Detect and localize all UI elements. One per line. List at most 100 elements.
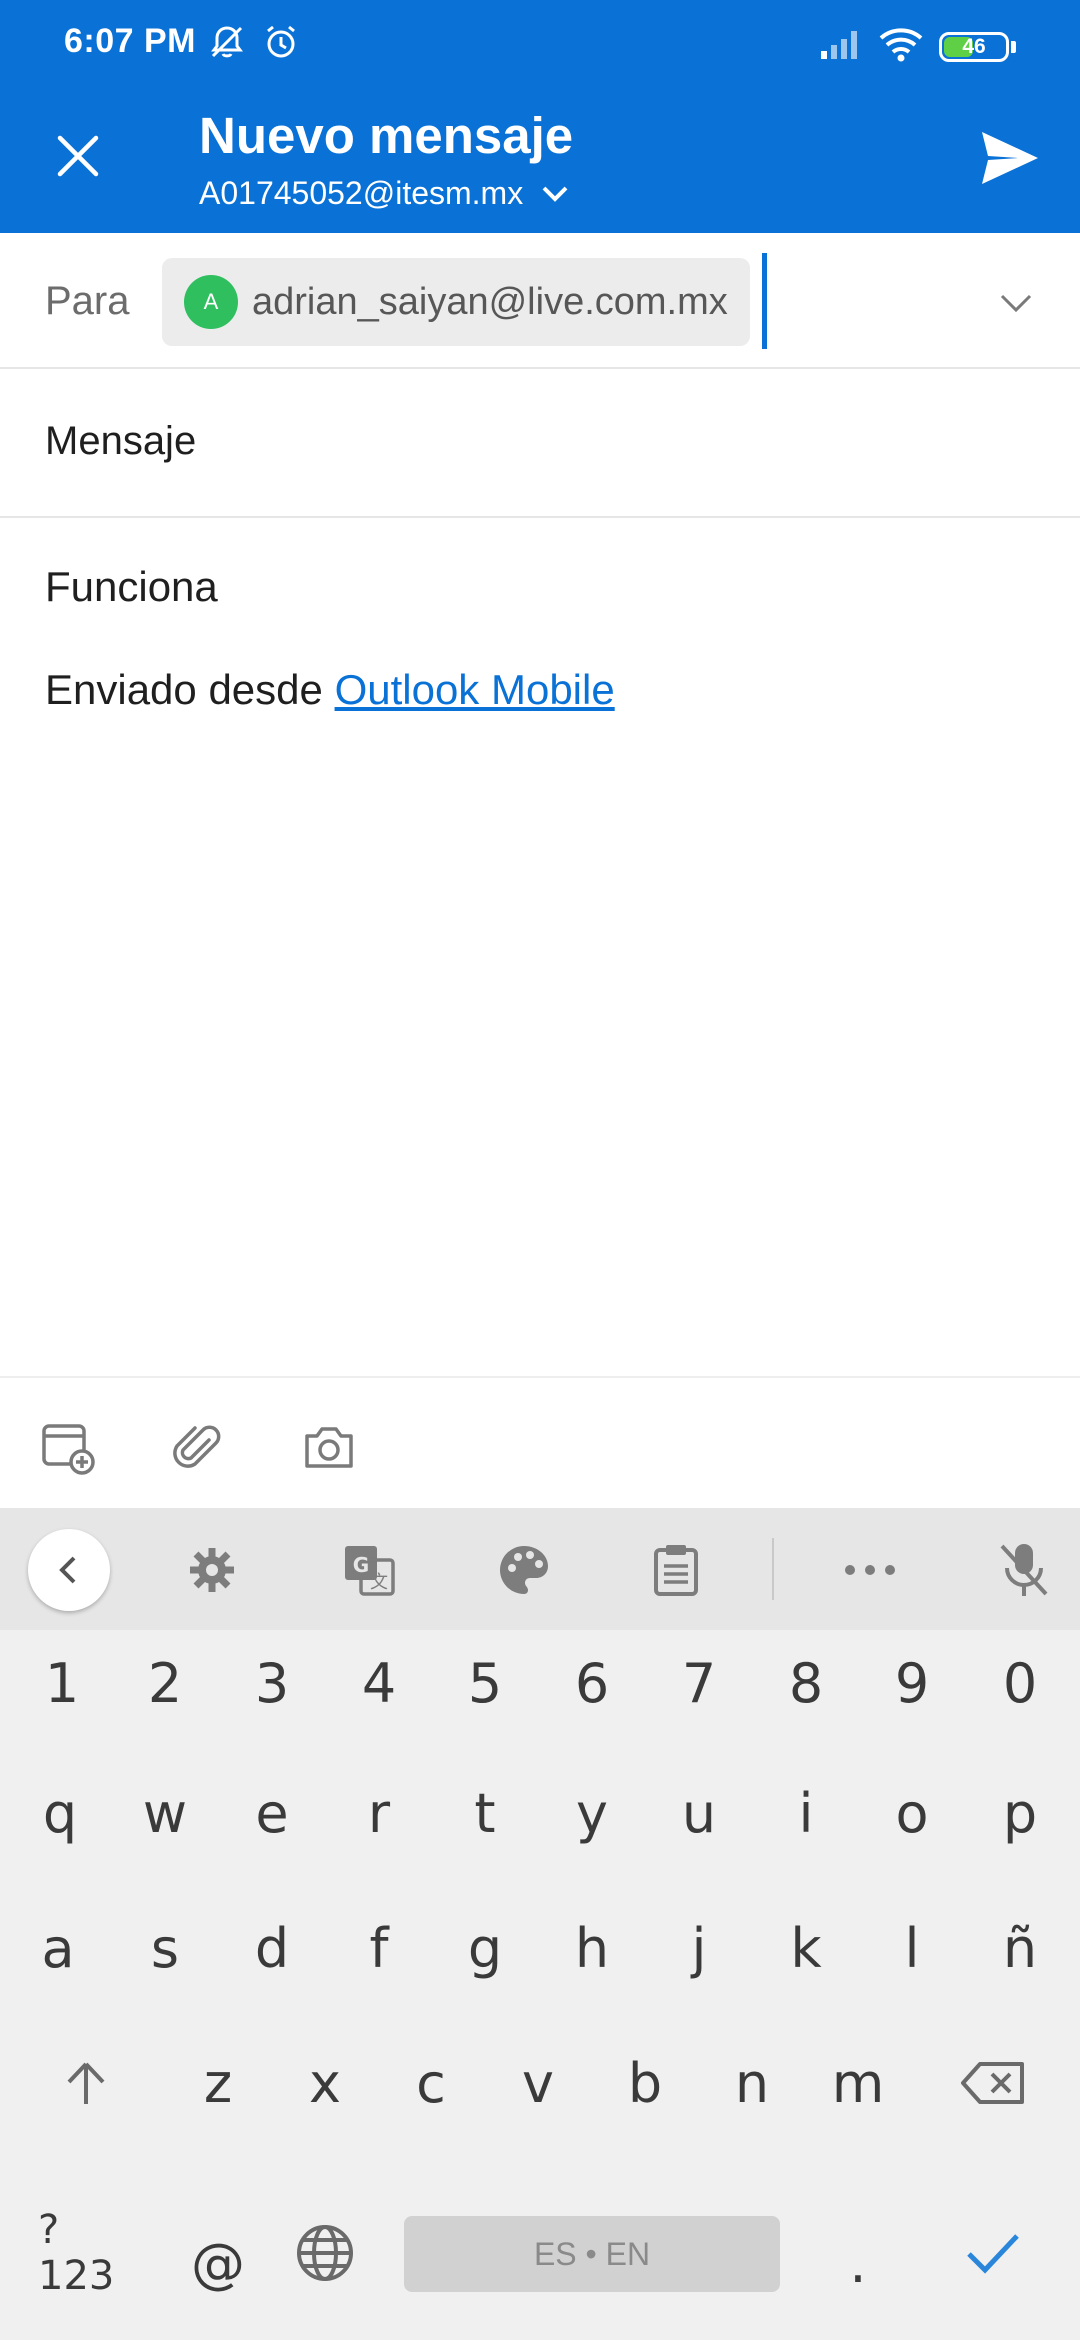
svg-text:文: 文 — [370, 1572, 388, 1593]
key-l[interactable]: l — [864, 1893, 960, 2003]
key-f[interactable]: f — [331, 1893, 427, 2003]
outlook-mobile-link[interactable]: Outlook Mobile — [335, 666, 615, 713]
send-button[interactable] — [970, 118, 1050, 198]
keyboard-translate-button[interactable]: G文 — [337, 1538, 401, 1602]
at-key[interactable]: @ — [170, 2208, 266, 2318]
chevron-down-icon — [1000, 294, 1032, 313]
account-selector[interactable]: A01745052@itesm.mx — [199, 175, 569, 212]
key-0[interactable]: 0 — [972, 1628, 1068, 1738]
key-m[interactable]: m — [810, 2028, 906, 2138]
key-c[interactable]: c — [383, 2028, 479, 2138]
keyboard: G文 1 2 3 4 5 6 7 8 9 0 q w e r t y u i o… — [0, 1508, 1080, 2340]
keyboard-clipboard-button[interactable] — [644, 1538, 708, 1602]
attachment-icon — [173, 1425, 221, 1468]
key-h[interactable]: h — [544, 1893, 640, 2003]
key-u[interactable]: u — [651, 1758, 747, 1868]
checkmark-icon — [967, 2234, 1019, 2274]
key-s[interactable]: s — [117, 1893, 213, 2003]
key-8[interactable]: 8 — [758, 1628, 854, 1738]
key-j[interactable]: j — [651, 1893, 747, 2003]
key-a[interactable]: a — [10, 1893, 106, 2003]
globe-icon — [297, 2225, 353, 2281]
translate-icon: G文 — [345, 1546, 395, 1596]
key-1[interactable]: 1 — [14, 1628, 110, 1738]
key-o[interactable]: o — [864, 1758, 960, 1868]
key-w[interactable]: w — [117, 1758, 213, 1868]
language-key[interactable] — [277, 2198, 373, 2308]
settings-icon — [190, 1548, 234, 1592]
key-q[interactable]: q — [12, 1758, 108, 1868]
wifi-icon — [879, 26, 923, 67]
key-4[interactable]: 4 — [331, 1628, 427, 1738]
key-d[interactable]: d — [224, 1893, 320, 2003]
status-time: 6:07 PM — [64, 22, 196, 60]
key-z[interactable]: z — [170, 2028, 266, 2138]
key-g[interactable]: g — [437, 1893, 533, 2003]
backspace-icon — [961, 2062, 1024, 2104]
signature: Enviado desde Outlook Mobile — [45, 666, 615, 714]
key-3[interactable]: 3 — [224, 1628, 320, 1738]
key-6[interactable]: 6 — [544, 1628, 640, 1738]
key-2[interactable]: 2 — [117, 1628, 213, 1738]
key-t[interactable]: t — [437, 1758, 533, 1868]
key-x[interactable]: x — [277, 2028, 373, 2138]
header-title: Nuevo mensaje — [199, 107, 574, 164]
key-enye[interactable]: ñ — [972, 1893, 1068, 2003]
text-cursor — [762, 253, 767, 349]
key-7[interactable]: 7 — [651, 1628, 747, 1738]
key-9[interactable]: 9 — [864, 1628, 960, 1738]
subject-field[interactable]: Mensaje — [0, 369, 1080, 518]
to-label: Para — [45, 279, 130, 323]
to-field[interactable]: Para A adrian_saiyan@live.com.mx — [0, 233, 1080, 369]
backspace-key[interactable] — [945, 2028, 1041, 2138]
symbols-key[interactable]: ?123 — [38, 2198, 134, 2308]
account-email: A01745052@itesm.mx — [199, 175, 524, 211]
key-i[interactable]: i — [758, 1758, 854, 1868]
key-r[interactable]: r — [331, 1758, 427, 1868]
space-key[interactable]: ES • EN — [404, 2216, 780, 2292]
keyboard-toolbar: G文 — [0, 1508, 1080, 1630]
svg-text:G: G — [353, 1553, 369, 1577]
key-v[interactable]: v — [490, 2028, 586, 2138]
period-key[interactable]: . — [810, 2208, 906, 2318]
shift-key[interactable] — [38, 2028, 134, 2138]
close-icon — [57, 135, 99, 177]
toolbar-divider — [772, 1538, 774, 1600]
camera-icon — [305, 1427, 353, 1468]
keyboard-more-button[interactable] — [838, 1538, 902, 1602]
message-body[interactable]: Funciona Enviado desde Outlook Mobile — [0, 518, 1080, 1376]
avatar: A — [184, 275, 238, 329]
shift-icon — [67, 2062, 105, 2104]
signal-icon — [819, 27, 863, 66]
battery-level: 46 — [962, 34, 986, 58]
key-p[interactable]: p — [972, 1758, 1068, 1868]
calendar-add-button[interactable] — [34, 1414, 102, 1482]
keyboard-theme-button[interactable] — [492, 1538, 556, 1602]
close-button[interactable] — [42, 120, 114, 192]
more-icon — [845, 1565, 895, 1575]
recipient-email: adrian_saiyan@live.com.mx — [252, 280, 728, 323]
status-right-icons: 46 — [819, 26, 1016, 67]
key-n[interactable]: n — [704, 2028, 800, 2138]
keyboard-voice-button[interactable] — [992, 1538, 1056, 1602]
key-b[interactable]: b — [597, 2028, 693, 2138]
compose-header: 6:07 PM 46 Nuevo mensaje A01745052@itesm… — [0, 0, 1080, 233]
key-5[interactable]: 5 — [437, 1628, 533, 1738]
status-left-icons — [207, 22, 301, 67]
key-e[interactable]: e — [224, 1758, 320, 1868]
battery-icon: 46 — [939, 31, 1009, 62]
recipient-chip[interactable]: A adrian_saiyan@live.com.mx — [162, 258, 750, 346]
done-key[interactable] — [945, 2198, 1041, 2308]
compose-toolbar — [0, 1376, 1080, 1508]
chevron-down-icon — [542, 186, 568, 202]
camera-button[interactable] — [295, 1414, 363, 1482]
keyboard-settings-button[interactable] — [180, 1538, 244, 1602]
key-y[interactable]: y — [544, 1758, 640, 1868]
keyboard-back-button[interactable] — [28, 1529, 110, 1611]
expand-recipients-button[interactable] — [982, 269, 1050, 337]
subject-input[interactable]: Mensaje — [45, 419, 196, 464]
key-k[interactable]: k — [758, 1893, 854, 2003]
mic-off-icon — [1000, 1544, 1048, 1596]
attach-button[interactable] — [163, 1414, 231, 1482]
clipboard-icon — [654, 1545, 698, 1596]
